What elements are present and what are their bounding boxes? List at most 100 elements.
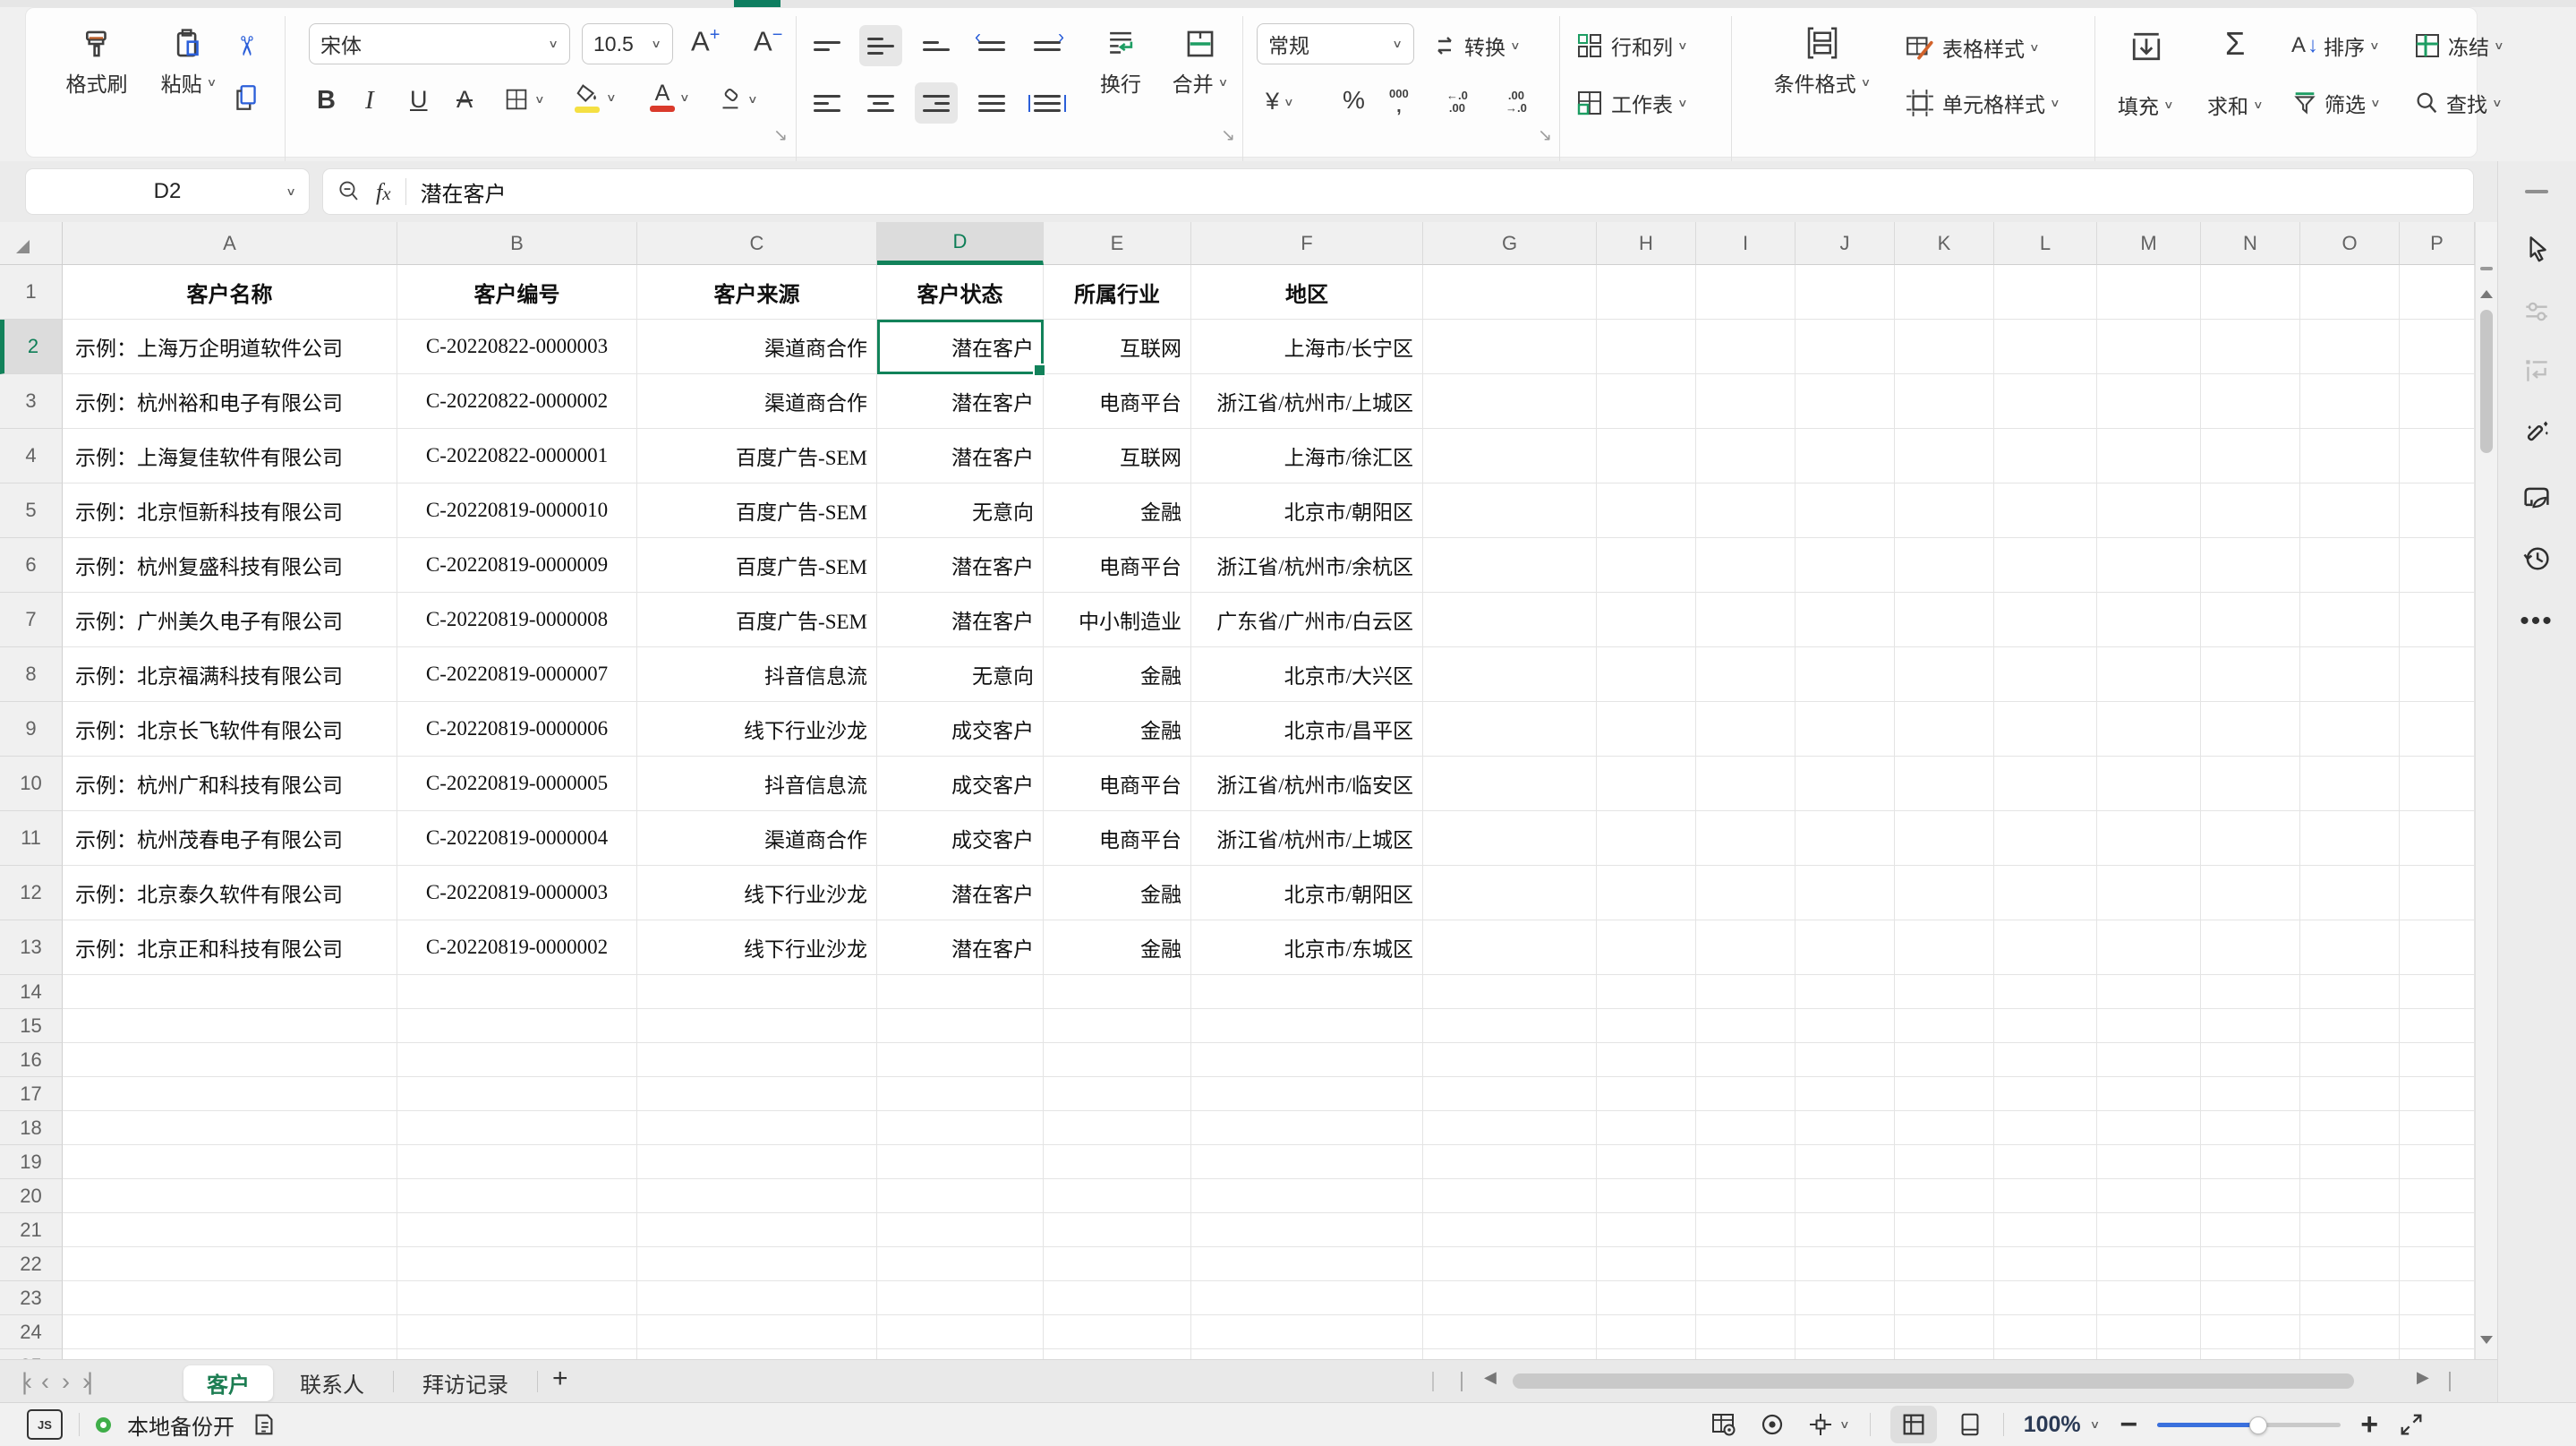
decrease-indent-button[interactable]: ‹: [970, 25, 1013, 66]
cell-B3[interactable]: C-20220822-0000002: [397, 374, 637, 429]
cell-D24[interactable]: [877, 1315, 1044, 1349]
cell-I10[interactable]: [1696, 757, 1796, 811]
cell-A5[interactable]: 示例：北京恒新科技有限公司: [63, 483, 397, 538]
cell-O16[interactable]: [2300, 1043, 2400, 1077]
row-header-4[interactable]: 4: [0, 429, 63, 483]
column-header-B[interactable]: B: [397, 222, 637, 265]
cell-J16[interactable]: [1796, 1043, 1895, 1077]
cell-F11[interactable]: 浙江省/杭州市/上城区: [1191, 811, 1423, 866]
cell-G17[interactable]: [1423, 1077, 1597, 1111]
cell-K1[interactable]: [1895, 265, 1994, 320]
insert-function-icon[interactable]: fx: [376, 178, 391, 206]
cell-N3[interactable]: [2201, 374, 2300, 429]
cell-J12[interactable]: [1796, 866, 1895, 920]
cell-I7[interactable]: [1696, 593, 1796, 647]
macro-js-icon[interactable]: JS: [27, 1409, 63, 1440]
row-header-7[interactable]: 7: [0, 593, 63, 647]
cell-D2[interactable]: 潜在客户: [877, 320, 1044, 374]
cell-K6[interactable]: [1895, 538, 1994, 593]
align-middle-button[interactable]: [859, 25, 902, 66]
fullscreen-button[interactable]: [2398, 1411, 2425, 1438]
formula-content[interactable]: 潜在客户: [421, 176, 507, 208]
sheet-tab-拜访记录[interactable]: 拜访记录: [399, 1365, 532, 1401]
cell-O6[interactable]: [2300, 538, 2400, 593]
next-sheet-button[interactable]: ›: [62, 1368, 70, 1396]
cell-G19[interactable]: [1423, 1145, 1597, 1179]
cell-G4[interactable]: [1423, 429, 1597, 483]
cell-G12[interactable]: [1423, 866, 1597, 920]
cell-A1[interactable]: 客户名称: [63, 265, 397, 320]
cell-J5[interactable]: [1796, 483, 1895, 538]
cell-P24[interactable]: [2400, 1315, 2475, 1349]
page-layout-view-button[interactable]: [1957, 1411, 1983, 1438]
cell-A7[interactable]: 示例：广州美久电子有限公司: [63, 593, 397, 647]
cell-E22[interactable]: [1044, 1247, 1191, 1281]
worksheet-button[interactable]: 工作表 ∨: [1575, 88, 1688, 118]
cell-O1[interactable]: [2300, 265, 2400, 320]
cell-L2[interactable]: [1994, 320, 2097, 374]
cell-O24[interactable]: [2300, 1315, 2400, 1349]
collapse-ribbon-button[interactable]: [2497, 172, 2576, 211]
cell-L14[interactable]: [1994, 975, 2097, 1009]
cell-E17[interactable]: [1044, 1077, 1191, 1111]
cell-N1[interactable]: [2201, 265, 2300, 320]
cell-N13[interactable]: [2201, 920, 2300, 975]
cell-G25[interactable]: [1423, 1349, 1597, 1359]
cell-B8[interactable]: C-20220819-0000007: [397, 647, 637, 702]
cell-G2[interactable]: [1423, 320, 1597, 374]
cell-C2[interactable]: 渠道商合作: [637, 320, 877, 374]
cell-J13[interactable]: [1796, 920, 1895, 975]
column-header-H[interactable]: H: [1597, 222, 1696, 265]
cell-H3[interactable]: [1597, 374, 1696, 429]
cell-C11[interactable]: 渠道商合作: [637, 811, 877, 866]
cell-L6[interactable]: [1994, 538, 2097, 593]
fill-color-button[interactable]: ∨: [575, 82, 617, 113]
cell-A22[interactable]: [63, 1247, 397, 1281]
cell-I18[interactable]: [1696, 1111, 1796, 1145]
more-tools-icon[interactable]: •••: [2497, 602, 2576, 641]
cell-F13[interactable]: 北京市/东城区: [1191, 920, 1423, 975]
name-box[interactable]: D2 ∨: [25, 168, 310, 215]
cell-A24[interactable]: [63, 1315, 397, 1349]
column-header-F[interactable]: F: [1191, 222, 1423, 265]
cell-J18[interactable]: [1796, 1111, 1895, 1145]
cell-M18[interactable]: [2097, 1111, 2201, 1145]
cell-I2[interactable]: [1696, 320, 1796, 374]
cell-E19[interactable]: [1044, 1145, 1191, 1179]
cell-D11[interactable]: 成交客户: [877, 811, 1044, 866]
cell-K9[interactable]: [1895, 702, 1994, 757]
cell-A3[interactable]: 示例：杭州裕和电子有限公司: [63, 374, 397, 429]
cell-L22[interactable]: [1994, 1247, 2097, 1281]
cell-B12[interactable]: C-20220819-0000003: [397, 866, 637, 920]
cell-L23[interactable]: [1994, 1281, 2097, 1315]
font-size-combo[interactable]: 10.5∨: [582, 23, 673, 64]
cell-F6[interactable]: 浙江省/杭州市/余杭区: [1191, 538, 1423, 593]
cell-N10[interactable]: [2201, 757, 2300, 811]
cell-H10[interactable]: [1597, 757, 1696, 811]
cell-D14[interactable]: [877, 975, 1044, 1009]
cell-C6[interactable]: 百度广告-SEM: [637, 538, 877, 593]
cell-N23[interactable]: [2201, 1281, 2300, 1315]
cell-P10[interactable]: [2400, 757, 2475, 811]
cell-B13[interactable]: C-20220819-0000002: [397, 920, 637, 975]
cell-M2[interactable]: [2097, 320, 2201, 374]
cell-J6[interactable]: [1796, 538, 1895, 593]
fill-button[interactable]: 填充∨: [2118, 90, 2174, 120]
pivot-locate-icon[interactable]: [1710, 1410, 1738, 1439]
cell-C3[interactable]: 渠道商合作: [637, 374, 877, 429]
cell-J10[interactable]: [1796, 757, 1895, 811]
cell-M25[interactable]: [2097, 1349, 2201, 1359]
cell-J2[interactable]: [1796, 320, 1895, 374]
cell-B25[interactable]: [397, 1349, 637, 1359]
cell-C8[interactable]: 抖音信息流: [637, 647, 877, 702]
cell-P25[interactable]: [2400, 1349, 2475, 1359]
cell-L16[interactable]: [1994, 1043, 2097, 1077]
cell-O8[interactable]: [2300, 647, 2400, 702]
row-header-14[interactable]: 14: [0, 975, 63, 1009]
cell-I19[interactable]: [1696, 1145, 1796, 1179]
cell-K23[interactable]: [1895, 1281, 1994, 1315]
row-header-17[interactable]: 17: [0, 1077, 63, 1111]
cell-F1[interactable]: 地区: [1191, 265, 1423, 320]
row-header-21[interactable]: 21: [0, 1213, 63, 1247]
fill-down-icon[interactable]: [2128, 29, 2164, 64]
